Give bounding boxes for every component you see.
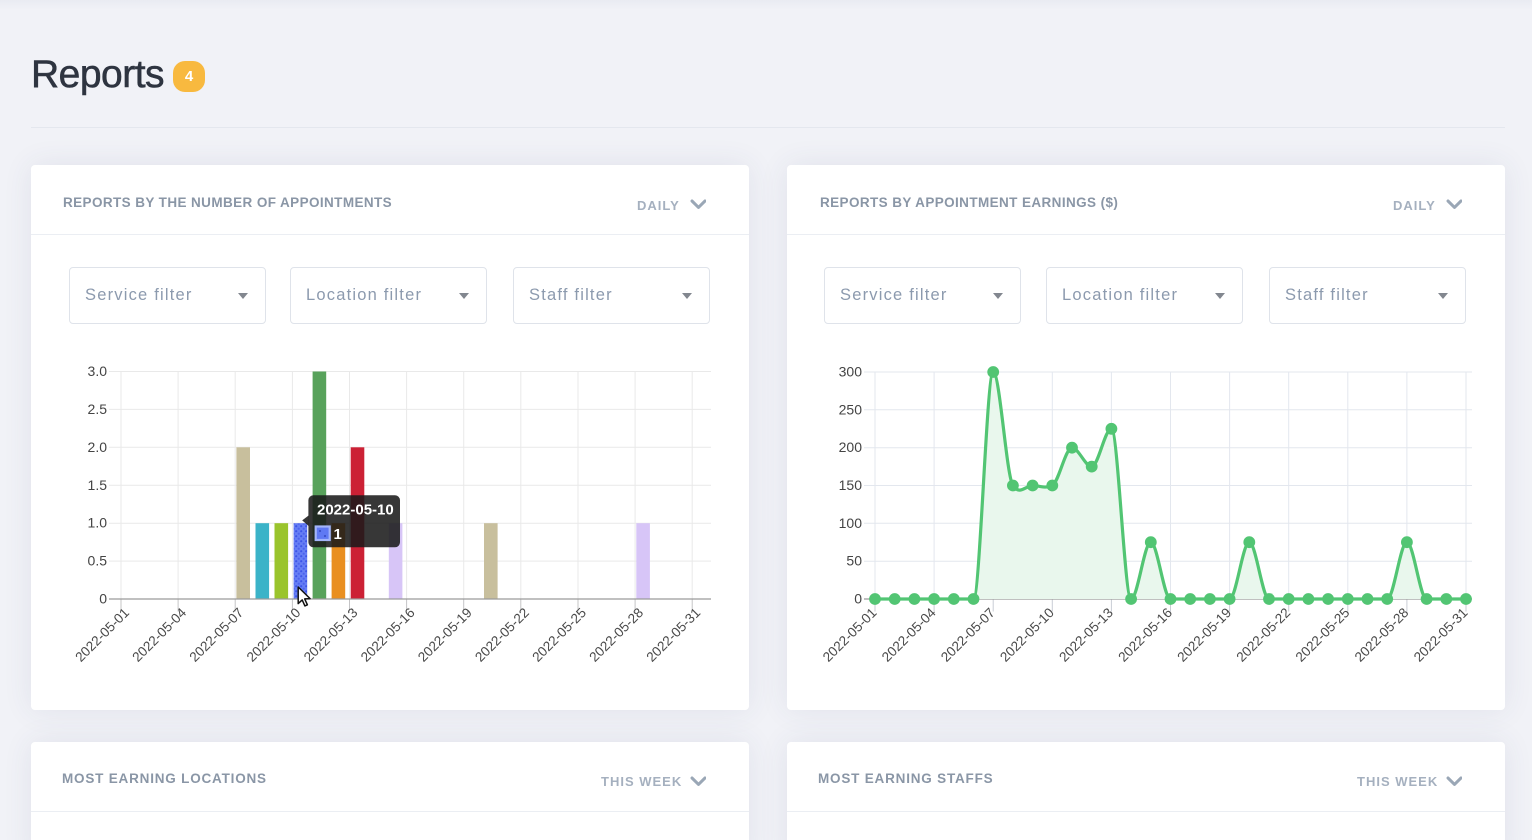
svg-text:100: 100 — [839, 515, 863, 531]
svg-text:2022-05-04: 2022-05-04 — [879, 605, 939, 665]
svg-text:1: 1 — [334, 526, 342, 543]
svg-text:2022-05-31: 2022-05-31 — [644, 605, 704, 665]
svg-text:2022-05-16: 2022-05-16 — [358, 605, 418, 665]
svg-text:2022-05-28: 2022-05-28 — [1352, 605, 1412, 665]
svg-text:2022-05-10: 2022-05-10 — [997, 605, 1057, 665]
svg-text:2022-05-07: 2022-05-07 — [187, 605, 247, 665]
svg-text:2022-05-25: 2022-05-25 — [1293, 605, 1353, 665]
svg-text:2022-05-13: 2022-05-13 — [301, 605, 361, 665]
svg-text:0: 0 — [854, 591, 862, 607]
svg-text:3.0: 3.0 — [88, 363, 108, 379]
svg-text:300: 300 — [839, 364, 863, 380]
svg-text:2022-05-22: 2022-05-22 — [472, 605, 532, 665]
svg-text:2022-05-01: 2022-05-01 — [72, 605, 132, 665]
svg-text:2022-05-16: 2022-05-16 — [1115, 605, 1175, 665]
svg-text:1.0: 1.0 — [88, 515, 108, 531]
svg-text:2022-05-10: 2022-05-10 — [317, 501, 394, 518]
svg-text:250: 250 — [839, 401, 863, 417]
svg-text:2022-05-13: 2022-05-13 — [1056, 605, 1116, 665]
svg-text:50: 50 — [846, 553, 862, 569]
svg-text:200: 200 — [839, 439, 863, 455]
svg-text:2022-05-22: 2022-05-22 — [1234, 605, 1294, 665]
svg-text:2022-05-01: 2022-05-01 — [820, 605, 880, 665]
svg-text:2022-05-10: 2022-05-10 — [244, 605, 304, 665]
svg-text:1.5: 1.5 — [88, 477, 108, 493]
svg-text:2022-05-19: 2022-05-19 — [1174, 605, 1234, 665]
svg-text:2022-05-31: 2022-05-31 — [1411, 605, 1471, 665]
svg-text:2022-05-04: 2022-05-04 — [129, 605, 189, 665]
svg-text:150: 150 — [839, 477, 863, 493]
svg-text:2022-05-07: 2022-05-07 — [938, 605, 998, 665]
svg-text:0: 0 — [99, 591, 107, 607]
svg-text:2022-05-28: 2022-05-28 — [586, 605, 646, 665]
svg-text:2022-05-19: 2022-05-19 — [415, 605, 475, 665]
svg-text:2.0: 2.0 — [88, 439, 108, 455]
svg-text:2022-05-25: 2022-05-25 — [529, 605, 589, 665]
svg-text:2.5: 2.5 — [88, 401, 108, 417]
svg-text:0.5: 0.5 — [88, 553, 108, 569]
